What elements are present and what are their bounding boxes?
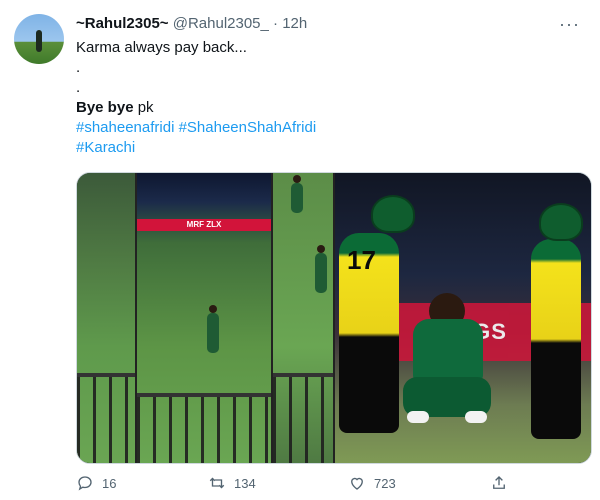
- hashtags-line[interactable]: #shaheenafridi #ShaheenShahAfridi: [76, 118, 576, 138]
- tweet-line: .: [76, 79, 81, 96]
- fielder: [315, 245, 327, 293]
- bye-rest-text: pk: [137, 99, 154, 116]
- tweet-header: ~Rahul2305~ @Rahul2305_ · 12h: [76, 14, 307, 34]
- fence-rail: [273, 373, 333, 377]
- fence-rail: [137, 393, 271, 397]
- tweet-line: .: [76, 59, 81, 76]
- media-panel-1: [77, 173, 135, 463]
- fence: [77, 373, 135, 463]
- reply-icon: [78, 476, 92, 491]
- media-panel-2: MRF ZLX: [137, 173, 271, 463]
- bye-bold-text: Bye bye: [76, 99, 134, 116]
- reply-count: 16: [102, 475, 117, 491]
- fielder: [291, 175, 303, 213]
- tweet[interactable]: ~Rahul2305~ @Rahul2305_ · 12h ··· Karma …: [0, 0, 600, 500]
- helmet: [371, 195, 415, 233]
- fielder: [207, 305, 219, 353]
- jersey-number: 17: [347, 245, 376, 275]
- batsman-right: [531, 239, 581, 439]
- like-count: 723: [374, 475, 396, 491]
- tweet-text: Karma always pay back... . . Bye bye pk …: [76, 38, 576, 158]
- share-icon: [493, 476, 505, 489]
- tweet-media[interactable]: MRF ZLX INGS 17: [76, 172, 592, 464]
- separator-dot: ·: [273, 15, 279, 32]
- helmet: [539, 203, 583, 241]
- reply-button[interactable]: 16: [76, 474, 116, 492]
- hashtag-karachi[interactable]: #Karachi: [76, 138, 576, 158]
- retweet-button[interactable]: 134: [208, 474, 256, 492]
- more-icon[interactable]: ···: [559, 14, 580, 34]
- crouching-player: [403, 293, 491, 433]
- fence-rail: [77, 373, 135, 377]
- heart-icon: [351, 477, 363, 490]
- retweet-icon: [209, 477, 225, 489]
- avatar[interactable]: [14, 14, 64, 64]
- user-handle[interactable]: @Rahul2305_: [173, 15, 269, 32]
- share-button[interactable]: [490, 474, 508, 492]
- ad-board: MRF ZLX: [137, 219, 271, 231]
- like-button[interactable]: 723: [348, 474, 396, 492]
- retweet-count: 134: [234, 475, 256, 491]
- display-name[interactable]: ~Rahul2305~: [76, 15, 169, 32]
- tweet-actions: 16 134 723: [76, 474, 576, 496]
- media-panel-4: INGS 17: [335, 173, 591, 463]
- fence: [273, 373, 333, 463]
- timestamp[interactable]: 12h: [282, 15, 307, 32]
- media-panel-3: [273, 173, 333, 463]
- tweet-line-bye: Bye bye pk: [76, 98, 576, 118]
- tweet-line: Karma always pay back...: [76, 39, 247, 56]
- fence: [137, 393, 271, 463]
